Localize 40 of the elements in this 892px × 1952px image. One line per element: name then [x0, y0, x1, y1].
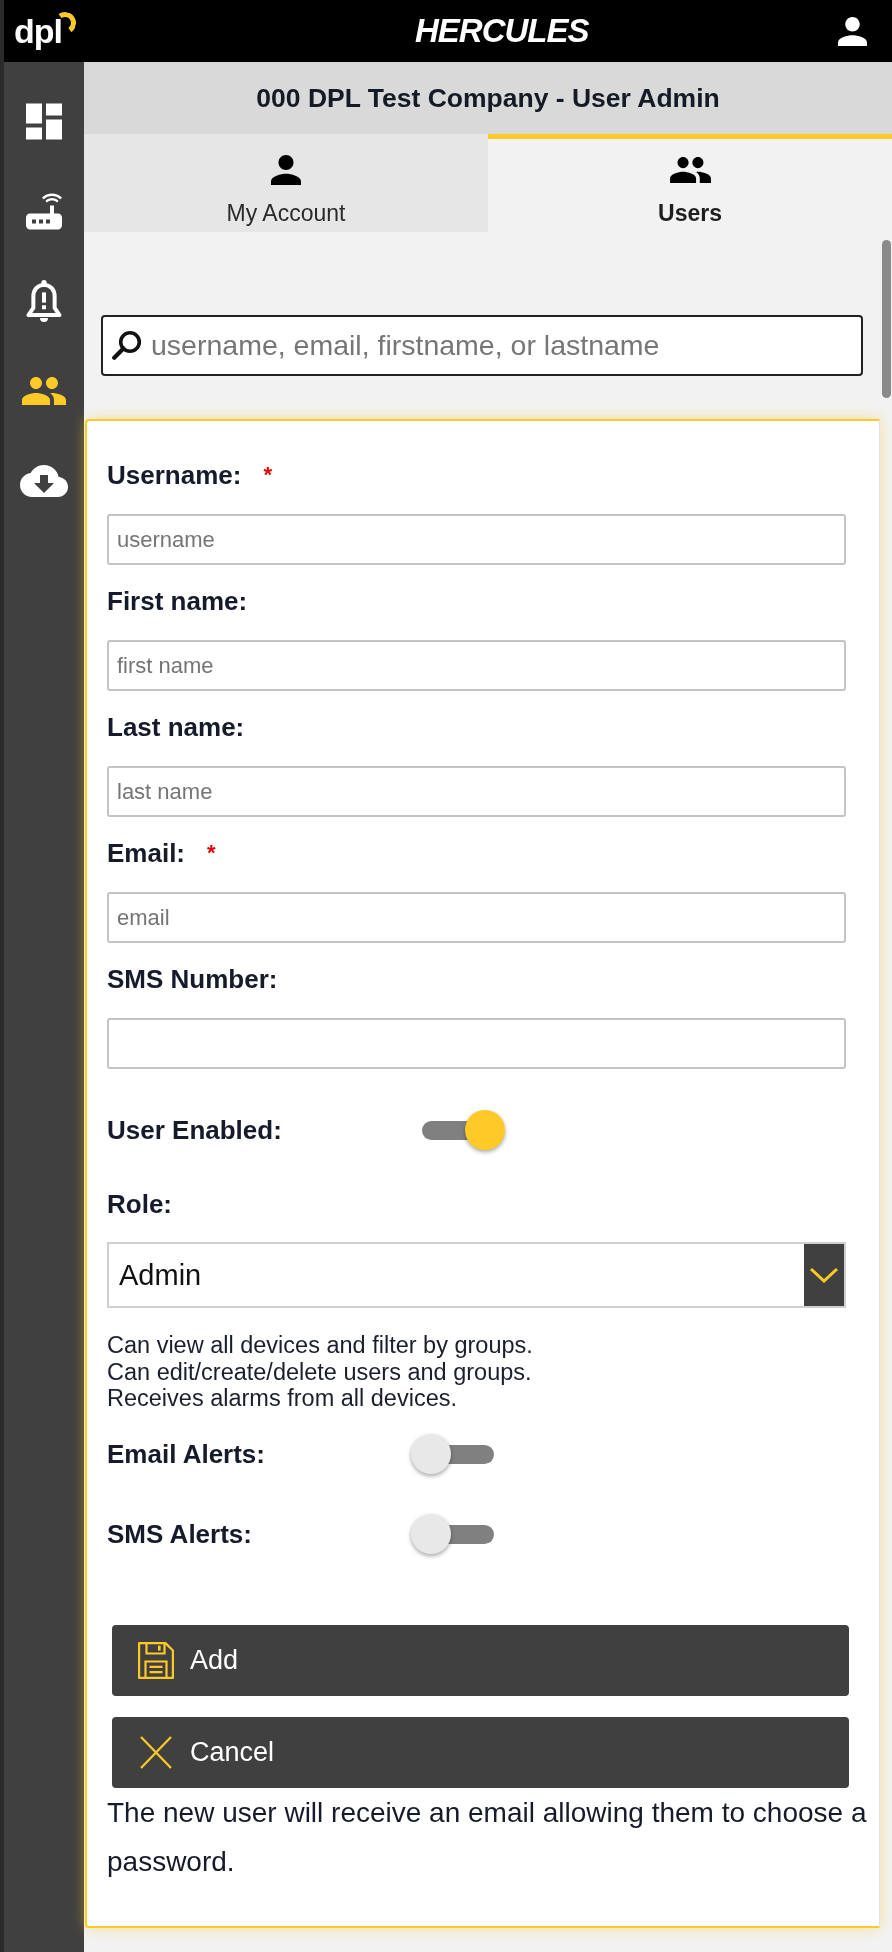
text-field[interactable]: email: [107, 892, 846, 943]
description-line: Can view all devices and filter by groups.: [107, 1332, 534, 1359]
cloud-download-icon[interactable]: [20, 465, 68, 497]
scrollbar-thumb[interactable]: [882, 240, 891, 398]
dashboard-icon[interactable]: [26, 102, 62, 140]
search-icon: [112, 330, 142, 360]
field-label: Email Alerts:: [107, 1439, 265, 1470]
field-label: Email:: [107, 838, 186, 868]
description-line: Receives alarms from all devices.: [107, 1385, 458, 1413]
required-mark: *: [263, 464, 272, 486]
field-label: User Enabled:: [107, 1115, 282, 1145]
router-icon[interactable]: [26, 192, 62, 230]
role-dropdown[interactable]: Admin: [107, 1242, 846, 1308]
description-line: Can edit/create/delete users and groups.: [107, 1358, 533, 1386]
add-button[interactable]: Add: [112, 1625, 849, 1697]
search-field[interactable]: username, email, firstname, or lastname: [101, 315, 863, 376]
field-label: Username:: [107, 460, 242, 490]
text-field[interactable]: [107, 1018, 846, 1069]
brand-logo: HERCULES: [415, 11, 589, 51]
field-label: Last name:: [107, 712, 245, 742]
close-icon: [140, 1736, 172, 1770]
text-field[interactable]: first name: [107, 640, 846, 691]
field-label: SMS Alerts:: [107, 1519, 252, 1550]
field-label: Role:: [107, 1189, 172, 1219]
required-mark: *: [207, 842, 216, 864]
cancel-button[interactable]: Cancel: [112, 1717, 849, 1789]
bell-icon[interactable]: [26, 279, 62, 323]
text-field[interactable]: last name: [107, 766, 846, 817]
field-label: SMS Number:: [107, 964, 278, 994]
tab[interactable]: My Account: [84, 134, 488, 232]
info-text: The new user will receive an email allowing them to choose a password.: [107, 1796, 868, 1880]
page-title: 000 DPL Test Company - User Admin: [256, 82, 720, 114]
chevron-down-icon: [804, 1244, 844, 1306]
people-icon[interactable]: [22, 377, 66, 405]
field-label: First name:: [107, 586, 248, 616]
person-icon: [271, 155, 301, 185]
people-icon: [669, 157, 711, 183]
company-logo: dpl: [14, 9, 76, 53]
text-field[interactable]: username: [107, 514, 846, 565]
person-icon[interactable]: [838, 16, 867, 46]
